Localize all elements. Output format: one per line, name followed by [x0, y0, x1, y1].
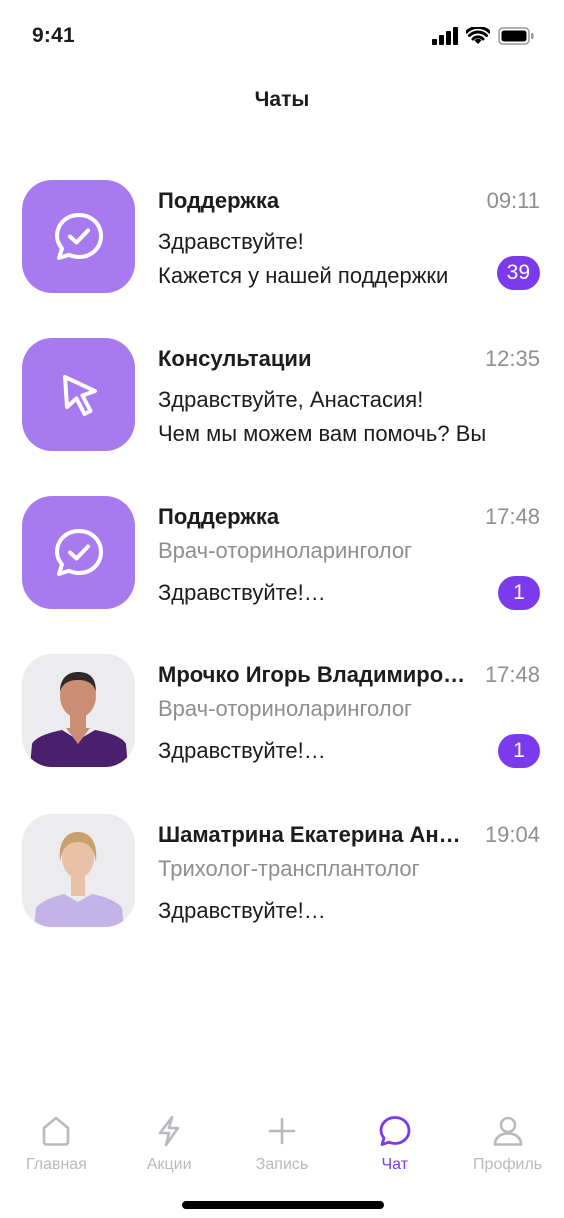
- chat-name: Консультации: [158, 346, 312, 371]
- chat-name: Мрочко Игорь Владимирович: [158, 662, 474, 687]
- tab-label: Главная: [25, 1156, 87, 1173]
- tab-chat[interactable]: Чат: [338, 1100, 451, 1190]
- tab-profile[interactable]: Профиль: [451, 1100, 564, 1190]
- chat-preview: Здравствуйте!…: [158, 898, 326, 923]
- chat-time: 17:48: [484, 504, 540, 529]
- status-icons: [432, 26, 534, 46]
- cursor-icon: [62, 374, 97, 416]
- chat-preview-line1: Здравствуйте, Анастасия!: [158, 387, 424, 412]
- chat-subtitle: Трихолог-трансплантолог: [158, 856, 420, 881]
- wifi-icon: [466, 27, 490, 44]
- chat-time: 09:11: [486, 188, 540, 213]
- lightning-icon: [158, 1115, 180, 1147]
- unread-badge: 1: [498, 734, 540, 768]
- chat-name: Шаматрина Екатерина Андреевна: [158, 822, 474, 847]
- avatar: [22, 814, 135, 927]
- chat-preview-line1: Здравствуйте!: [158, 229, 304, 254]
- chat-preview-line2: Чем мы можем вам помочь? Вы: [158, 421, 487, 446]
- chat-item-doctor-shamatrina[interactable]: Шаматрина Екатерина Андреевна 19:04 Трих…: [0, 814, 564, 928]
- tab-label: Запись: [255, 1156, 309, 1173]
- chat-subtitle: Врач-оториноларинголог: [158, 538, 413, 563]
- doctor-photo-male: [22, 654, 135, 767]
- page-title: Чаты: [254, 88, 310, 111]
- chat-preview: Здравствуйте!…: [158, 580, 326, 605]
- profile-icon: [493, 1116, 522, 1146]
- chat-time: 12:35: [484, 346, 540, 371]
- plus-icon: [268, 1117, 296, 1145]
- chat-subtitle: Врач-оториноларинголог: [158, 696, 413, 721]
- chat-check-icon: [54, 528, 103, 576]
- tab-promotions[interactable]: Акции: [113, 1100, 226, 1190]
- avatar: [22, 654, 135, 767]
- chat-preview: Здравствуйте!…: [158, 738, 326, 763]
- avatar: [22, 180, 135, 293]
- tab-label: Профиль: [473, 1156, 543, 1173]
- home-icon: [43, 1116, 70, 1146]
- chat-item-consultations[interactable]: Консультации 12:35 Здравствуйте, Анастас…: [0, 338, 564, 452]
- avatar: [22, 338, 135, 451]
- tab-booking[interactable]: Запись: [226, 1100, 339, 1190]
- tab-bar: Главная Акции Запись Чат Профиль: [0, 1100, 564, 1190]
- status-bar: 9:41: [0, 0, 564, 76]
- unread-badge: 39: [496, 256, 540, 290]
- chat-time: 17:48: [484, 662, 540, 687]
- chat-item-support[interactable]: Поддержка 09:11 Здравствуйте! Кажется у …: [0, 180, 564, 294]
- doctor-photo-female: [22, 814, 135, 927]
- signal-icon: [432, 27, 458, 45]
- chat-time: 19:04: [484, 822, 540, 847]
- tab-home[interactable]: Главная: [0, 1100, 113, 1190]
- chat-item-support-2[interactable]: Поддержка 17:48 Врач-оториноларинголог З…: [0, 496, 564, 610]
- unread-badge: 1: [498, 576, 540, 610]
- home-indicator: [182, 1201, 384, 1209]
- chat-preview-line2: Кажется у нашей поддержки: [158, 263, 449, 288]
- tab-label: Чат: [381, 1156, 409, 1173]
- status-time: 9:41: [32, 24, 75, 47]
- chat-name: Поддержка: [158, 188, 280, 213]
- battery-icon: [498, 27, 534, 45]
- chat-check-icon: [54, 212, 103, 260]
- tab-label: Акции: [146, 1156, 192, 1173]
- chat-name: Поддержка: [158, 504, 280, 529]
- avatar: [22, 496, 135, 609]
- header: Чаты: [0, 76, 564, 124]
- chat-icon: [379, 1116, 411, 1146]
- chat-item-doctor-mrochko[interactable]: Мрочко Игорь Владимирович 17:48 Врач-ото…: [0, 654, 564, 768]
